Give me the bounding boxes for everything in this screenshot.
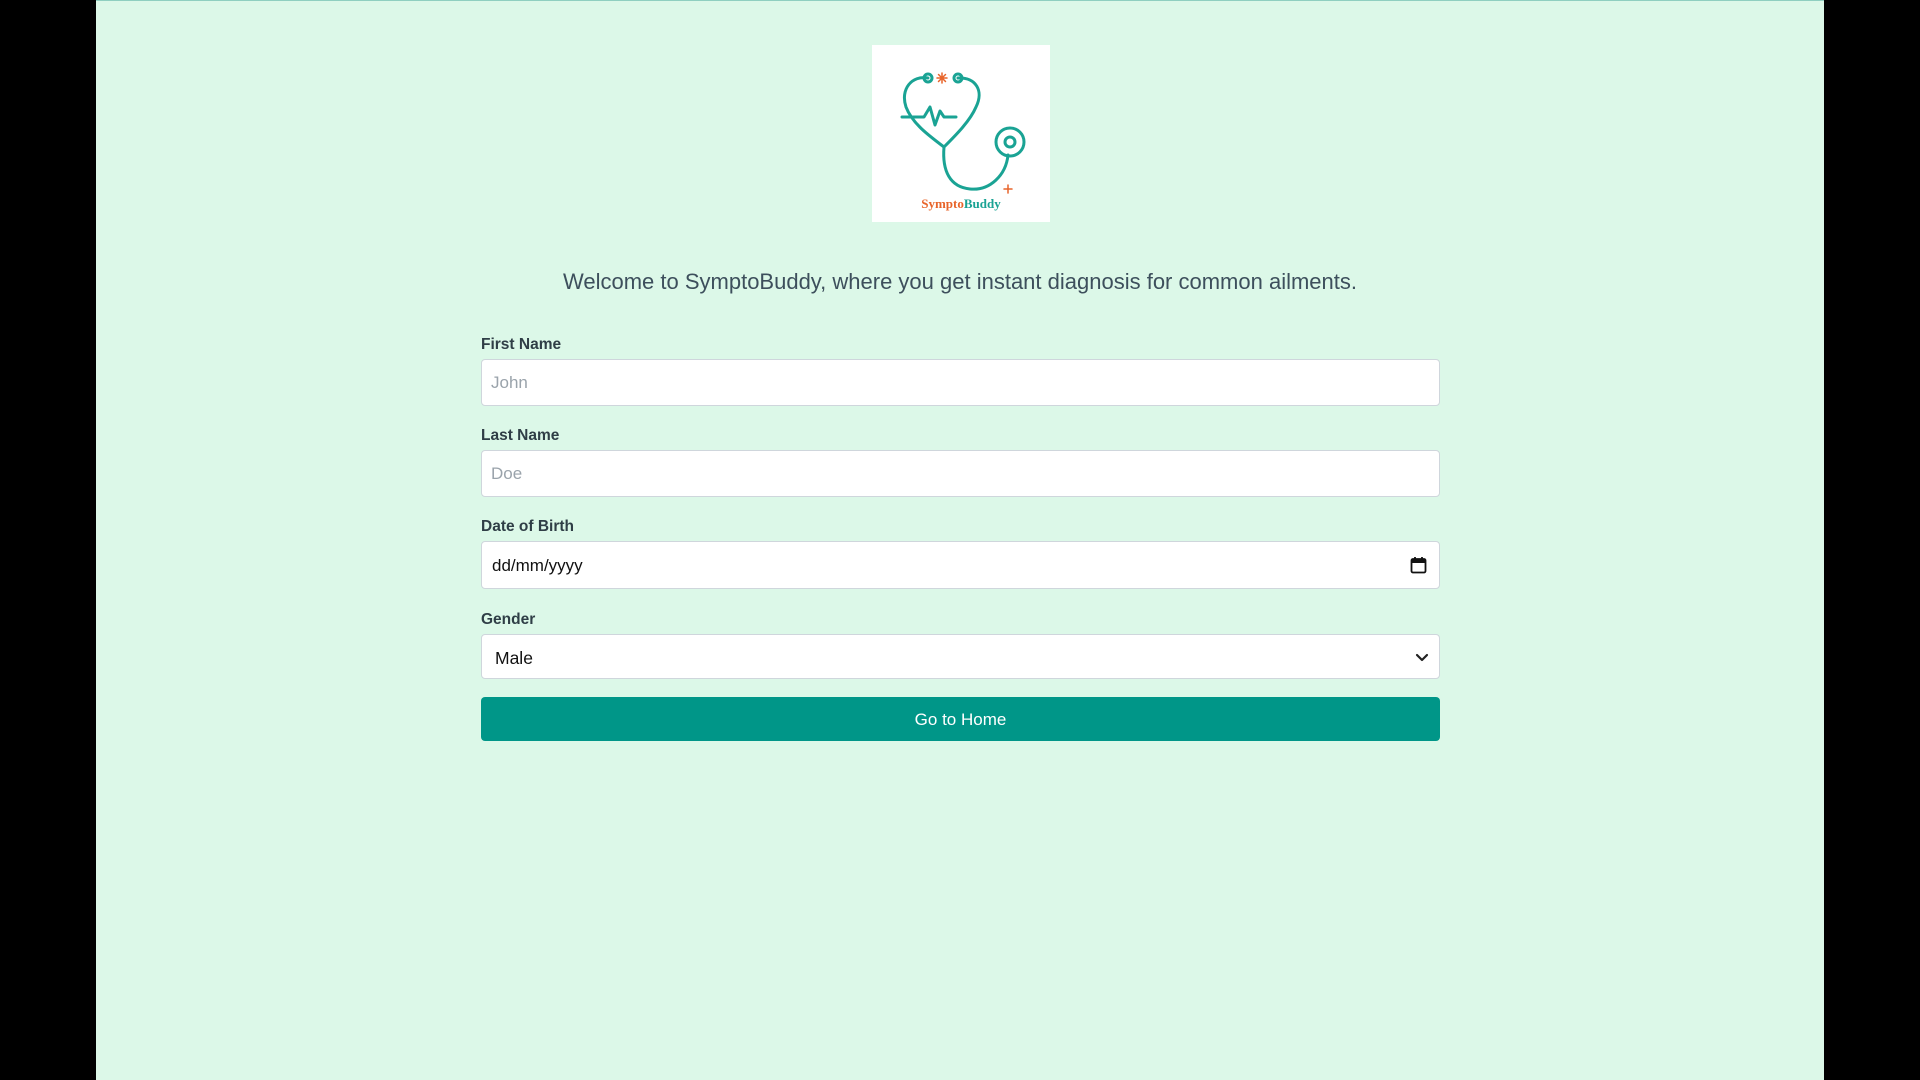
logo-text-buddy: Buddy bbox=[964, 196, 1001, 211]
first-name-label: First Name bbox=[481, 336, 562, 353]
logo-text-sympto: Sympto bbox=[921, 196, 964, 211]
gender-selected-value: Male bbox=[495, 648, 533, 668]
stethoscope-logo-icon: SymptoBuddy bbox=[900, 72, 1026, 211]
last-name-input[interactable] bbox=[481, 450, 1440, 497]
last-name-label: Last Name bbox=[481, 427, 560, 444]
dob-label: Date of Birth bbox=[481, 518, 574, 535]
page-container: SymptoBuddy Welcome to SymptoBuddy, wher… bbox=[96, 0, 1824, 1080]
first-name-input[interactable] bbox=[481, 359, 1440, 406]
dob-placeholder: dd/mm/yyyy bbox=[492, 556, 583, 575]
welcome-message: Welcome to SymptoBuddy, where you get in… bbox=[562, 269, 1357, 294]
gender-select[interactable]: Male bbox=[481, 634, 1440, 679]
chevron-down-icon bbox=[1415, 653, 1429, 662]
go-to-home-button[interactable]: Go to Home bbox=[481, 697, 1440, 741]
logo: SymptoBuddy bbox=[872, 45, 1050, 222]
gender-label: Gender bbox=[481, 611, 536, 628]
dob-input[interactable]: dd/mm/yyyy bbox=[481, 541, 1440, 589]
registration-form: First Name Last Name Date of Birth dd/mm… bbox=[481, 333, 1440, 741]
svg-text:SymptoBuddy: SymptoBuddy bbox=[921, 196, 1001, 211]
calendar-icon[interactable] bbox=[1410, 556, 1427, 574]
